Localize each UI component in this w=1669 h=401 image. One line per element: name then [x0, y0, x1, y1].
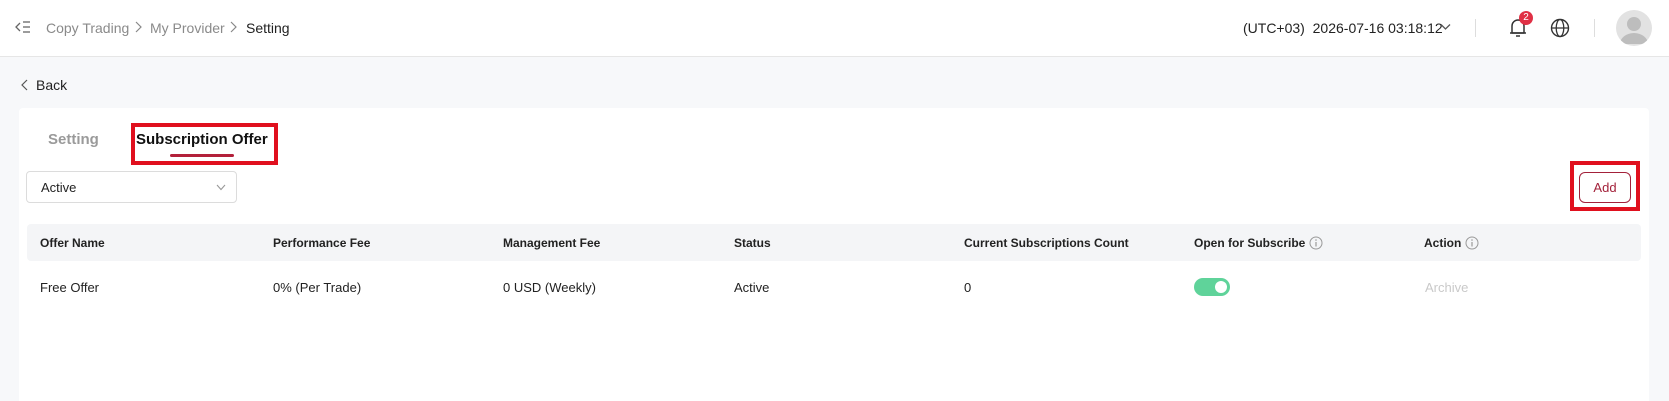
- divider: [1594, 19, 1595, 37]
- timezone-label: (UTC+03): [1243, 20, 1305, 36]
- back-link[interactable]: Back: [20, 76, 67, 94]
- cell-performance-fee: 0% (Per Trade): [273, 280, 362, 295]
- notification-badge: 2: [1519, 11, 1533, 25]
- column-subscriptions-count: Current Subscriptions Count: [964, 236, 1129, 250]
- column-open-for-subscribe-label: Open for Subscribe: [1194, 236, 1306, 250]
- highlight-box-add: [1570, 161, 1640, 211]
- avatar-icon: [1620, 17, 1648, 44]
- tab-setting[interactable]: Setting: [48, 131, 99, 148]
- toggle-knob: [1215, 281, 1227, 293]
- chevron-down-icon[interactable]: [1440, 23, 1451, 31]
- chevron-down-icon: [216, 184, 226, 191]
- column-offer-name: Offer Name: [40, 236, 105, 250]
- cell-management-fee: 0 USD (Weekly): [503, 280, 596, 295]
- cell-subscriptions-count: 0: [964, 280, 972, 295]
- column-action: Action: [1424, 236, 1479, 250]
- archive-action[interactable]: Archive: [1425, 280, 1468, 295]
- column-management-fee: Management Fee: [503, 236, 601, 250]
- cell-offer-name: Free Offer: [40, 280, 100, 295]
- menu-collapse-icon[interactable]: [15, 19, 31, 35]
- top-bar: Copy Trading My Provider Setting (UTC+03…: [0, 0, 1669, 57]
- cell-status: Active: [734, 280, 770, 295]
- avatar[interactable]: [1616, 10, 1652, 46]
- column-status: Status: [734, 236, 771, 250]
- back-label: Back: [36, 77, 68, 93]
- info-icon[interactable]: [1309, 236, 1323, 250]
- table-header: [27, 224, 1641, 261]
- breadcrumb-setting: Setting: [246, 20, 290, 36]
- status-filter-select[interactable]: Active: [26, 171, 237, 203]
- status-filter-value: Active: [41, 180, 77, 195]
- globe-icon[interactable]: [1550, 18, 1570, 38]
- chevron-left-icon: [21, 79, 28, 91]
- breadcrumb-copy-trading[interactable]: Copy Trading: [46, 20, 129, 36]
- column-performance-fee: Performance Fee: [273, 236, 371, 250]
- divider: [1475, 19, 1476, 37]
- highlight-box-tab: [131, 123, 278, 165]
- chevron-right-icon: [135, 21, 142, 33]
- column-open-for-subscribe: Open for Subscribe: [1194, 236, 1323, 250]
- datetime-label: 2026-07-16 03:18:12: [1312, 20, 1443, 36]
- open-for-subscribe-toggle[interactable]: [1194, 278, 1230, 296]
- chevron-right-icon: [230, 21, 237, 33]
- column-action-label: Action: [1424, 236, 1462, 250]
- timezone-selector[interactable]: (UTC+03) 2026-07-16 03:18:12: [1243, 20, 1443, 36]
- info-icon[interactable]: [1465, 236, 1479, 250]
- breadcrumb-my-provider[interactable]: My Provider: [150, 20, 225, 36]
